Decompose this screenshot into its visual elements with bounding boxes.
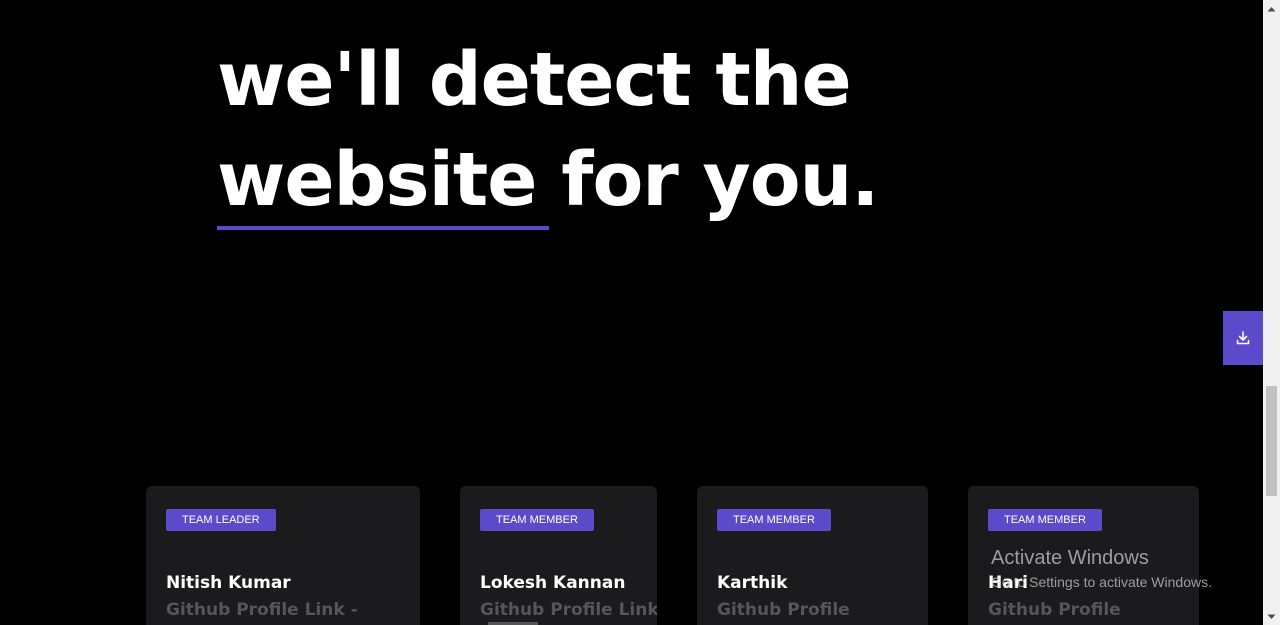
page: we'll detect the website for you. TEAM L…	[0, 0, 1280, 625]
member-name: Karthik	[717, 573, 788, 593]
member-name: Nitish Kumar	[166, 573, 291, 593]
hero-underlined-word: website	[217, 137, 537, 223]
hero-line-2: website for you.	[217, 130, 879, 230]
github-profile-link[interactable]: Github Profile	[717, 600, 850, 620]
hero-line-1: we'll detect the	[217, 37, 852, 123]
role-badge: TEAM MEMBER	[988, 509, 1102, 531]
scrollbar-thumb[interactable]	[1266, 386, 1277, 496]
team-card-1: TEAM LEADER Nitish Kumar Github Profile …	[146, 486, 420, 625]
member-name: Hari	[988, 573, 1028, 593]
team-card-4: TEAM MEMBER Hari Github Profile	[968, 486, 1199, 625]
vertical-scrollbar[interactable]	[1263, 0, 1280, 625]
download-button[interactable]	[1223, 311, 1263, 365]
github-profile-link[interactable]: Github Profile Link -	[166, 600, 358, 620]
scroll-up-arrow-icon[interactable]	[1263, 0, 1280, 17]
role-badge: TEAM MEMBER	[717, 509, 831, 531]
role-badge: TEAM LEADER	[166, 509, 276, 531]
scroll-down-arrow-icon[interactable]	[1263, 608, 1280, 625]
team-card-3: TEAM MEMBER Karthik Github Profile	[697, 486, 928, 625]
hero-heading: we'll detect the website for you.	[217, 30, 879, 230]
github-profile-link[interactable]: Github Profile	[988, 600, 1121, 620]
member-name: Lokesh Kannan	[480, 573, 626, 593]
download-icon	[1236, 331, 1250, 345]
hero-underline	[217, 226, 549, 230]
hero-line-2-rest: for you.	[536, 137, 879, 223]
github-profile-link[interactable]: Github Profile Link	[480, 600, 657, 620]
role-badge: TEAM MEMBER	[480, 509, 594, 531]
team-card-2: TEAM MEMBER Lokesh Kannan Github Profile…	[460, 486, 657, 625]
